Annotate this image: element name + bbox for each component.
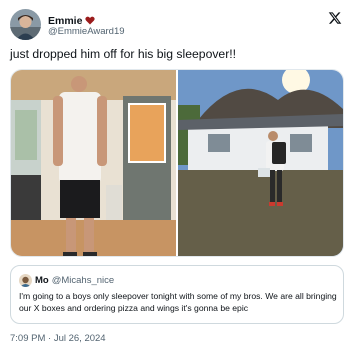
- man-standing-in-kitchen-photo[interactable]: [11, 70, 176, 256]
- tweet-media-grid[interactable]: [10, 69, 344, 257]
- author-avatar[interactable]: [10, 9, 41, 40]
- author-handle[interactable]: @EmmieAward19: [48, 26, 125, 37]
- tweet-text: just dropped him off for his big sleepov…: [10, 47, 237, 61]
- quoted-tweet-text: I'm going to a boys only sleepover tonig…: [19, 291, 337, 313]
- man-walking-toward-house-photo[interactable]: [178, 70, 343, 256]
- tweet-header: Emmie @EmmieAward19: [10, 9, 344, 41]
- quoted-author-avatar[interactable]: [19, 274, 32, 287]
- quoted-tweet-header: Mo @Micahs_nice: [19, 274, 114, 287]
- quoted-tweet[interactable]: Mo @Micahs_nice I'm going to a boys only…: [10, 265, 344, 324]
- tweet-timestamp[interactable]: 7:09 PM · Jul 26, 2024: [10, 333, 106, 344]
- x-logo-icon[interactable]: [328, 11, 342, 25]
- quoted-author-name[interactable]: Mo: [35, 275, 49, 286]
- quoted-author-handle[interactable]: @Micahs_nice: [52, 275, 114, 286]
